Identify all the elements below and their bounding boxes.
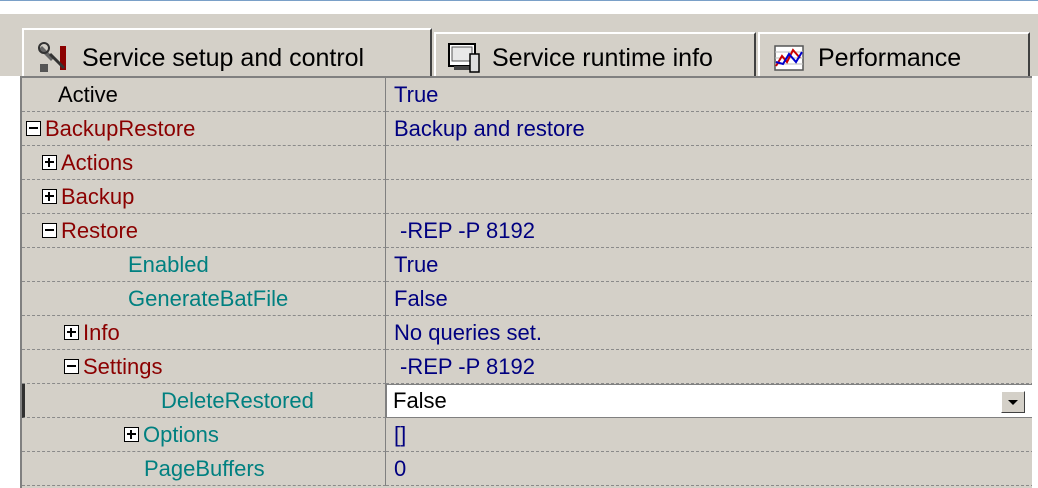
property-name-label: DeleteRestored <box>161 387 314 413</box>
property-name: Info <box>22 316 386 350</box>
property-value[interactable]: -REP -P 8192 <box>386 214 1032 248</box>
expand-icon[interactable] <box>42 189 57 204</box>
property-name-label: Options <box>143 421 219 447</box>
tab-strip: Service setup and control Service runtim… <box>0 14 1038 86</box>
property-name-label: Actions <box>61 149 134 175</box>
property-name-label: Backup <box>61 183 135 209</box>
collapse-icon[interactable] <box>26 121 41 136</box>
property-value[interactable]: True <box>386 248 1032 282</box>
property-name: BackupRestore <box>22 112 386 146</box>
monitor-icon <box>446 40 482 76</box>
property-grid: Active True BackupRestore Backup and res… <box>20 76 1032 488</box>
property-value-editor[interactable]: False <box>386 384 1032 418</box>
property-value[interactable]: True <box>386 78 1032 112</box>
property-name-label: Enabled <box>128 251 209 277</box>
property-name: Actions <box>22 146 386 180</box>
property-row-enabled[interactable]: Enabled True <box>22 248 1032 282</box>
expand-icon[interactable] <box>64 325 79 340</box>
tab-label: Performance <box>818 43 962 72</box>
tab-service-runtime-info[interactable]: Service runtime info <box>434 32 756 82</box>
selected-value-text: False <box>393 388 447 413</box>
property-name: GenerateBatFile <box>22 282 386 316</box>
property-row-info[interactable]: Info No queries set. <box>22 316 1032 350</box>
property-name: Backup <box>22 180 386 214</box>
chart-icon <box>772 40 808 76</box>
tools-icon <box>36 40 72 76</box>
tab-performance[interactable]: Performance <box>758 32 1030 82</box>
property-value[interactable]: False <box>386 282 1032 316</box>
property-row-pagebuffers[interactable]: PageBuffers 0 <box>22 452 1032 486</box>
property-value[interactable]: [] <box>386 418 1032 452</box>
property-name-label: GenerateBatFile <box>128 285 289 311</box>
property-row-actions[interactable]: Actions <box>22 146 1032 180</box>
property-value[interactable]: Backup and restore <box>386 112 1032 146</box>
property-name-label: Settings <box>83 353 163 379</box>
property-row-generatebatfile[interactable]: GenerateBatFile False <box>22 282 1032 316</box>
property-name: Options <box>22 418 386 452</box>
property-row-backuprestore[interactable]: BackupRestore Backup and restore <box>22 112 1032 146</box>
property-row-restore[interactable]: Restore -REP -P 8192 <box>22 214 1032 248</box>
dropdown-arrow-icon[interactable] <box>1001 391 1025 413</box>
property-name: Enabled <box>22 248 386 282</box>
expand-icon[interactable] <box>42 155 57 170</box>
property-name-label: BackupRestore <box>45 115 196 141</box>
property-name: Active <box>22 78 386 112</box>
property-row-active[interactable]: Active True <box>22 78 1032 112</box>
tab-label: Service setup and control <box>82 43 365 72</box>
property-row-deleterestored[interactable]: DeleteRestored False <box>22 384 1032 418</box>
property-row-backup[interactable]: Backup <box>22 180 1032 214</box>
property-row-settings[interactable]: Settings -REP -P 8192 <box>22 350 1032 384</box>
property-name: Restore <box>22 214 386 248</box>
collapse-icon[interactable] <box>42 223 57 238</box>
property-name: DeleteRestored <box>22 384 386 418</box>
property-name: Settings <box>22 350 386 384</box>
property-row-options[interactable]: Options [] <box>22 418 1032 452</box>
tab-label: Service runtime info <box>492 43 713 72</box>
property-value[interactable]: 0 <box>386 452 1032 486</box>
property-value[interactable] <box>386 146 1032 180</box>
property-name-label: Restore <box>61 217 139 243</box>
property-value[interactable]: -REP -P 8192 <box>386 350 1032 384</box>
property-value[interactable]: No queries set. <box>386 316 1032 350</box>
property-name-label: PageBuffers <box>144 455 265 481</box>
collapse-icon[interactable] <box>64 359 79 374</box>
property-name-label: Info <box>83 319 120 345</box>
expand-icon[interactable] <box>124 427 139 442</box>
window-top-border <box>0 0 1038 1</box>
property-name-label: Active <box>58 81 118 107</box>
property-value[interactable] <box>386 180 1032 214</box>
property-name: PageBuffers <box>22 452 386 486</box>
